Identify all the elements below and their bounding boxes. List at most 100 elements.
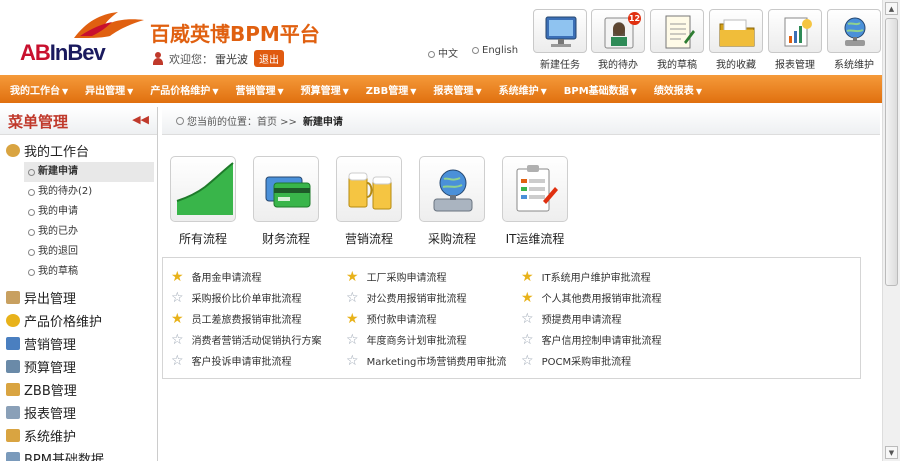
quick-reports-button[interactable]: 报表管理 [768, 9, 822, 71]
quick-link-label: 系统维护 [834, 60, 874, 71]
welcome-label: 欢迎您： [169, 52, 213, 66]
quick-new-task-button[interactable]: 新建任务 [533, 9, 587, 71]
process-link[interactable]: ★ 备用金申请流程 [171, 268, 346, 285]
sidebar-section-reports[interactable]: 报表管理 [0, 401, 157, 424]
star-filled-icon[interactable]: ★ [346, 312, 359, 326]
lang-en-option[interactable]: English [472, 45, 518, 60]
collapse-sidebar-icon[interactable]: ◀◀ [132, 113, 149, 126]
process-link[interactable]: ☆ Marketing市场营销费用审批流 [346, 352, 521, 369]
nav-item-bpm-data[interactable]: BPM基础数据 ▼ [564, 82, 637, 97]
process-label: IT系统用户维护审批流程 [541, 273, 651, 284]
process-link[interactable]: ★ 员工差旅费报销审批流程 [171, 310, 346, 327]
sidebar-section-budget[interactable]: 预算管理 [0, 355, 157, 378]
process-label: POCM采购审批流程 [541, 357, 632, 368]
nav-item-workbench[interactable]: 我的工作台 ▼ [10, 82, 68, 97]
header: ABInBev 百威英博BPM平台 欢迎您： 雷光波 退出 中文 English… [0, 0, 882, 75]
quick-link-label: 我的收藏 [716, 60, 756, 71]
star-filled-icon[interactable]: ★ [346, 270, 359, 284]
process-link[interactable]: ★ 预付款申请流程 [346, 310, 521, 327]
nav-item-marketing[interactable]: 营销管理 ▼ [235, 82, 283, 97]
star-outline-icon[interactable]: ☆ [171, 333, 184, 347]
process-link[interactable]: ☆ 客户投诉申请审批流程 [171, 352, 346, 369]
process-label: 备用金申请流程 [191, 273, 262, 284]
quick-link-label: 新建任务 [540, 60, 580, 71]
sidebar-section-bpm-data[interactable]: BPM基础数据 [0, 447, 157, 461]
monitor-icon [533, 9, 587, 53]
process-link[interactable]: ★ IT系统用户维护审批流程 [521, 268, 721, 285]
nav-item-zbb[interactable]: ZBB管理 ▼ [366, 82, 417, 97]
breadcrumb: 您当前的位置：首页 >> 新建申请 [162, 107, 880, 135]
quick-todo-button[interactable]: 12 我的待办 [591, 9, 645, 71]
nav-item-export[interactable]: 异出管理 ▼ [85, 82, 133, 97]
process-link[interactable]: ☆ 对公费用报销审批流程 [346, 289, 521, 306]
user-icon [152, 52, 164, 65]
category-it-ops[interactable]: IT运维流程 [502, 156, 568, 247]
quick-drafts-button[interactable]: 我的草稿 [650, 9, 704, 71]
star-outline-icon[interactable]: ☆ [346, 333, 359, 347]
todo-portrait-icon: 12 [591, 9, 645, 53]
quick-favorites-button[interactable]: 我的收藏 [709, 9, 763, 71]
sidebar-section-marketing[interactable]: 营销管理 [0, 332, 157, 355]
process-link[interactable]: ★ 工厂采购申请流程 [346, 268, 521, 285]
sidebar-section-export[interactable]: 异出管理 [0, 286, 157, 309]
star-outline-icon[interactable]: ☆ [171, 354, 184, 368]
scrollbar-thumb[interactable] [885, 18, 898, 286]
breadcrumb-current: 新建申请 [302, 117, 343, 128]
process-link[interactable]: ☆ POCM采购审批流程 [521, 352, 721, 369]
sidebar-item-drafts[interactable]: 我的草稿 [0, 262, 157, 282]
process-label: 客户投诉申请审批流程 [191, 357, 292, 368]
sidebar-item-done[interactable]: 我的已办 [0, 222, 157, 242]
process-link[interactable]: ☆ 预提费用申请流程 [521, 310, 721, 327]
scroll-down-icon[interactable]: ▼ [885, 446, 898, 459]
sidebar-section-system[interactable]: 系统维护 [0, 424, 157, 447]
lang-zh-option[interactable]: 中文 [428, 45, 458, 60]
sidebar-title: 菜单管理 [8, 113, 69, 131]
nav-item-reports[interactable]: 报表管理 ▼ [433, 82, 481, 97]
category-label: 财务流程 [261, 232, 310, 246]
sidebar-section-price[interactable]: 产品价格维护 [0, 309, 157, 332]
process-categories: 所有流程 财务流程 营销流程 采购流程 IT运维流程 [170, 156, 568, 247]
quick-system-button[interactable]: 系统维护 [827, 9, 881, 71]
budget-icon [6, 360, 20, 373]
process-link[interactable]: ☆ 采购报价比价单审批流程 [171, 289, 346, 306]
star-filled-icon[interactable]: ★ [521, 291, 534, 305]
sidebar-item-returned[interactable]: 我的退回 [0, 242, 157, 262]
breadcrumb-prefix[interactable]: 您当前的位置：首页 >> [187, 113, 297, 128]
sidebar-section-workbench[interactable]: 我的工作台 [0, 139, 157, 162]
process-link[interactable]: ☆ 消费者营销活动促销执行方案 [171, 331, 346, 348]
sidebar-item-new-request[interactable]: 新建申请 [24, 162, 154, 182]
star-filled-icon[interactable]: ★ [171, 312, 184, 326]
nav-item-system[interactable]: 系统维护 ▼ [499, 82, 547, 97]
sidebar-item-todo[interactable]: 我的待办(2) [0, 182, 157, 202]
process-link[interactable]: ★ 个人其他费用报销审批流程 [521, 289, 721, 306]
scroll-up-icon[interactable]: ▲ [885, 2, 898, 15]
process-label: 预付款申请流程 [366, 315, 437, 326]
star-outline-icon[interactable]: ☆ [521, 354, 534, 368]
nav-item-performance[interactable]: 绩效报表 ▼ [654, 82, 702, 97]
nav-item-budget[interactable]: 预算管理 ▼ [301, 82, 349, 97]
star-outline-icon[interactable]: ☆ [171, 291, 184, 305]
category-procurement[interactable]: 采购流程 [419, 156, 485, 247]
sidebar-item-my-requests[interactable]: 我的申请 [0, 202, 157, 222]
star-outline-icon[interactable]: ☆ [521, 312, 534, 326]
nav-item-price[interactable]: 产品价格维护 ▼ [150, 82, 218, 97]
star-filled-icon[interactable]: ★ [521, 270, 534, 284]
process-label: 预提费用申请流程 [541, 315, 622, 326]
star-filled-icon[interactable]: ★ [171, 270, 184, 284]
category-label: 所有流程 [178, 232, 227, 246]
category-finance[interactable]: 财务流程 [253, 156, 319, 247]
process-link[interactable]: ☆ 年度商务计划审批流程 [346, 331, 521, 348]
vertical-scrollbar[interactable]: ▲ ▼ [882, 0, 900, 461]
process-label: 个人其他费用报销审批流程 [541, 294, 662, 305]
logout-button[interactable]: 退出 [254, 50, 284, 67]
process-label: 客户信用控制申请审批流程 [541, 336, 662, 347]
process-link[interactable]: ☆ 客户信用控制申请审批流程 [521, 331, 721, 348]
star-outline-icon[interactable]: ☆ [346, 291, 359, 305]
star-outline-icon[interactable]: ☆ [346, 354, 359, 368]
star-outline-icon[interactable]: ☆ [521, 333, 534, 347]
category-label: IT运维流程 [505, 232, 565, 246]
category-all-processes[interactable]: 所有流程 [170, 156, 236, 247]
category-marketing[interactable]: 营销流程 [336, 156, 402, 247]
category-label: 采购流程 [427, 232, 476, 246]
sidebar-section-zbb[interactable]: ZBB管理 [0, 378, 157, 401]
